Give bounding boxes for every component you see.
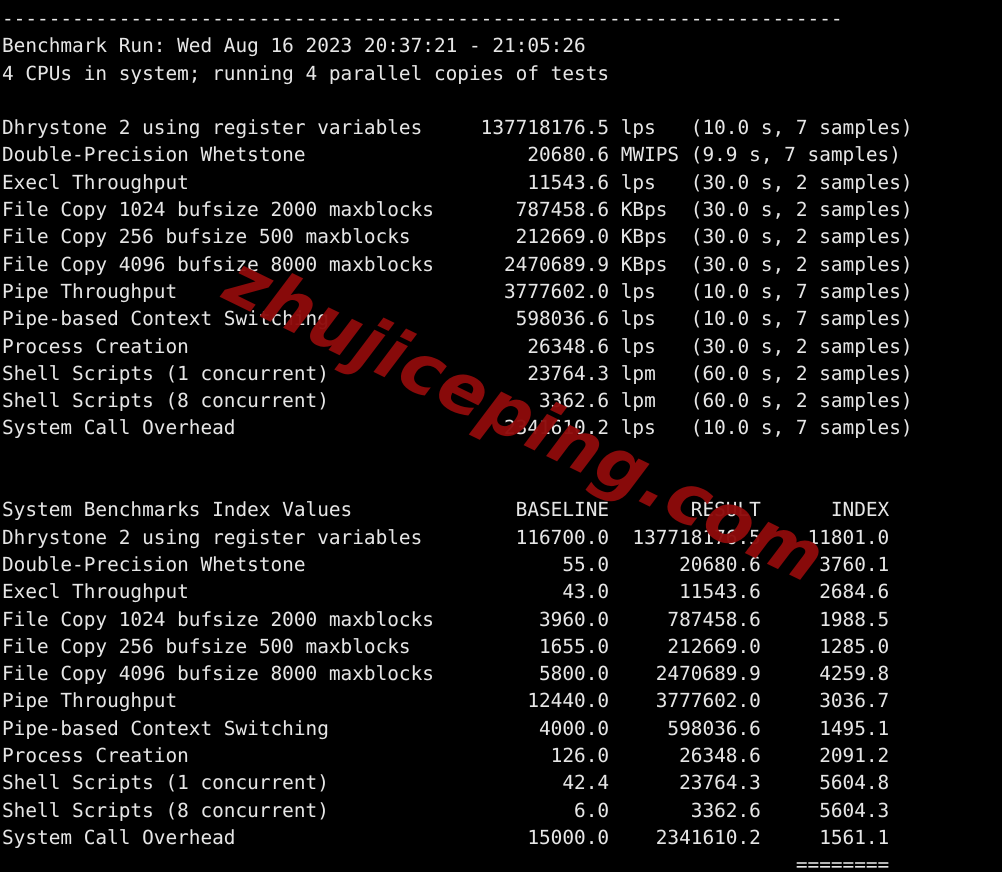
terminal-window: ----------------------------------------… [0, 0, 1002, 872]
benchmark-output-text: ----------------------------------------… [2, 7, 913, 872]
